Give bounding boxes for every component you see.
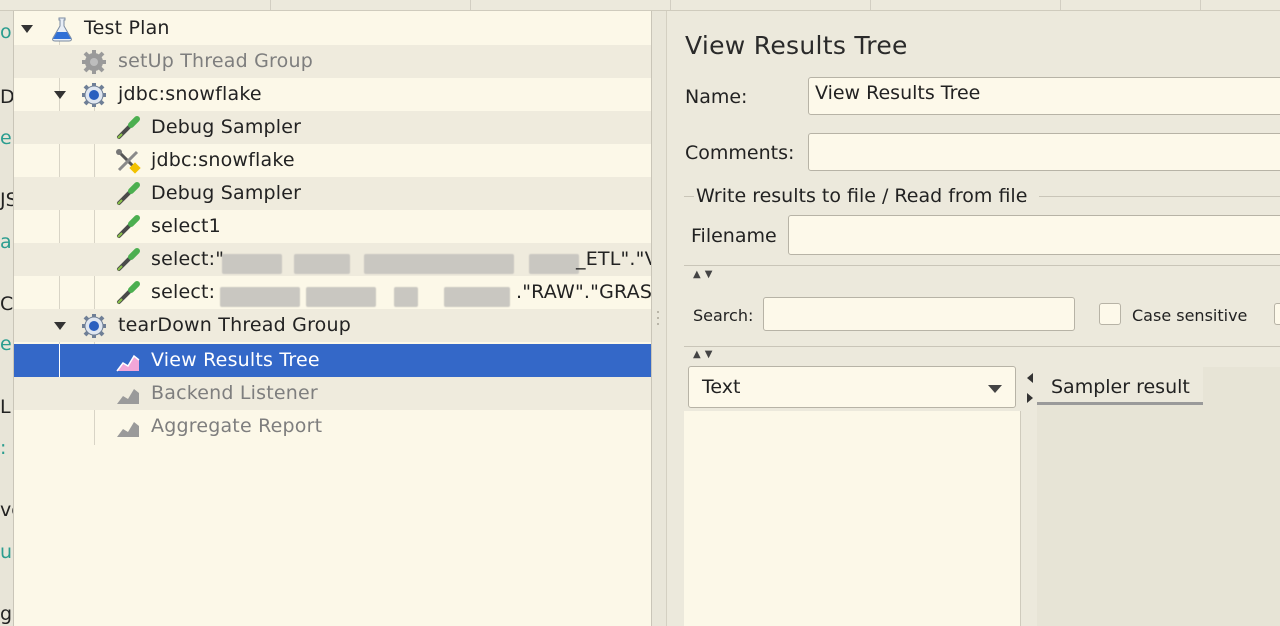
redacted-text <box>222 254 282 274</box>
result-tab-area: Sampler result <box>1037 367 1280 626</box>
name-field[interactable]: View Results Tree <box>808 77 1280 115</box>
tools-icon <box>116 149 141 174</box>
edge-fragment: er <box>0 333 13 355</box>
comments-field[interactable] <box>808 133 1280 171</box>
test-plan-tree[interactable]: Test Plan setUp Thread Group jdbc:snowfl… <box>14 11 652 626</box>
graph-icon <box>116 354 140 372</box>
redacted-text <box>444 287 510 307</box>
tree-node-teardown-thread-group[interactable]: tearDown Thread Group <box>14 309 651 342</box>
group-border <box>684 196 694 197</box>
expand-toggle-icon[interactable] <box>54 91 66 99</box>
graph-icon <box>117 422 139 437</box>
tree-node-debug-sampler[interactable]: Debug Sampler <box>14 177 651 210</box>
edge-fragment: JS <box>0 189 13 211</box>
tab-sampler-result[interactable]: Sampler result <box>1037 367 1203 405</box>
file-group-label: Write results to file / Read from file <box>696 185 1028 207</box>
tree-node-select-query[interactable]: select:" _ETL"."V <box>14 243 652 276</box>
dropper-icon <box>117 116 140 139</box>
dropper-icon <box>117 182 140 205</box>
tab-label: Sampler result <box>1051 376 1190 398</box>
group-border <box>1039 196 1280 197</box>
chevron-down-icon <box>988 385 1002 393</box>
case-sensitive-label: Case sensitive <box>1132 306 1248 325</box>
tree-node-label: tearDown Thread Group <box>118 314 351 336</box>
tree-node-setup-thread-group[interactable]: setUp Thread Group <box>14 45 651 78</box>
flask-icon <box>52 17 72 42</box>
tree-node-view-results-tree[interactable]: View Results Tree <box>14 344 651 377</box>
search-input[interactable] <box>763 297 1075 331</box>
comments-label: Comments: <box>685 142 795 164</box>
name-label: Name: <box>685 86 748 108</box>
tree-node-label: Test Plan <box>84 17 170 39</box>
split-collapse-icon[interactable] <box>1024 369 1036 409</box>
redacted-text <box>394 287 418 307</box>
redacted-text <box>306 287 376 307</box>
edge-fragment: ve <box>0 499 13 521</box>
tree-node-label: jdbc:snowflake <box>118 83 262 105</box>
tree-node-label: Backend Listener <box>151 382 318 404</box>
tree-node-jdbc-config[interactable]: jdbc:snowflake <box>14 144 651 177</box>
tree-node-label: Debug Sampler <box>151 182 302 204</box>
dropper-icon <box>117 281 140 304</box>
collapse-arrows-icon[interactable]: ▲▼ <box>693 349 716 360</box>
tree-node-select-query[interactable]: select: ."RAW"."GRAS_ <box>14 276 652 309</box>
tree-node-label: select:" <box>151 248 225 270</box>
edge-fragment: a <box>0 231 12 253</box>
tree-node-label-suffix: ."RAW"."GRAS_ <box>516 281 652 303</box>
tree-node-select1[interactable]: select1 <box>14 210 651 243</box>
background-window-edge: o D e JS a C er L : ve u: g <box>0 11 14 626</box>
tree-node-debug-sampler[interactable]: Debug Sampler <box>14 111 651 144</box>
edge-fragment: g <box>0 603 13 625</box>
tree-node-label: setUp Thread Group <box>118 50 313 72</box>
tree-node-test-plan[interactable]: Test Plan <box>14 12 651 45</box>
expand-toggle-icon[interactable] <box>54 322 66 330</box>
case-sensitive-checkbox[interactable] <box>1099 303 1121 325</box>
panel-splitter[interactable] <box>652 11 667 626</box>
redacted-text <box>364 254 514 274</box>
tree-node-label: select1 <box>151 215 221 237</box>
dropper-icon <box>117 215 140 238</box>
tree-node-backend-listener[interactable]: Backend Listener <box>14 377 651 410</box>
edge-fragment: o <box>0 21 12 43</box>
gear-icon <box>82 50 106 74</box>
dropper-icon <box>117 248 140 271</box>
regexp-checkbox[interactable] <box>1274 303 1280 325</box>
tree-node-label: select: <box>151 281 216 303</box>
tree-node-label: View Results Tree <box>151 349 320 371</box>
filename-label: Filename <box>691 225 777 247</box>
view-results-tree-panel: View Results Tree Name: View Results Tre… <box>667 11 1280 626</box>
edge-fragment: e <box>0 127 12 149</box>
tree-node-aggregate-report[interactable]: Aggregate Report <box>14 410 651 443</box>
tree-node-label: jdbc:snowflake <box>151 149 295 171</box>
edge-fragment: D <box>0 86 14 108</box>
edge-fragment: L <box>0 396 11 418</box>
redacted-text <box>294 254 350 274</box>
divider <box>684 346 1280 347</box>
collapse-arrows-icon[interactable]: ▲▼ <box>693 269 716 280</box>
redacted-text <box>220 287 300 307</box>
thread-group-icon <box>82 314 106 338</box>
thread-group-icon <box>82 83 106 107</box>
edge-fragment: u: <box>0 541 13 563</box>
edge-fragment: C <box>0 293 14 315</box>
redacted-text <box>529 254 579 274</box>
divider <box>684 265 1280 266</box>
tree-node-jdbc-thread-group[interactable]: jdbc:snowflake <box>14 78 651 111</box>
top-toolbar-strip <box>0 0 1280 11</box>
search-label: Search: <box>693 306 754 325</box>
tree-node-label: Debug Sampler <box>151 116 302 138</box>
tree-node-label-suffix: _ETL"."V <box>576 248 652 270</box>
expand-toggle-icon[interactable] <box>21 25 33 33</box>
tree-node-label: Aggregate Report <box>151 415 323 437</box>
tree-guide-line <box>59 344 60 377</box>
sample-result-tree[interactable] <box>684 411 1021 626</box>
panel-title: View Results Tree <box>685 31 908 60</box>
filename-field[interactable] <box>788 215 1280 255</box>
renderer-select[interactable]: Text <box>688 366 1016 408</box>
graph-icon <box>117 389 139 404</box>
edge-fragment: : <box>0 437 7 459</box>
renderer-select-value: Text <box>702 376 741 398</box>
